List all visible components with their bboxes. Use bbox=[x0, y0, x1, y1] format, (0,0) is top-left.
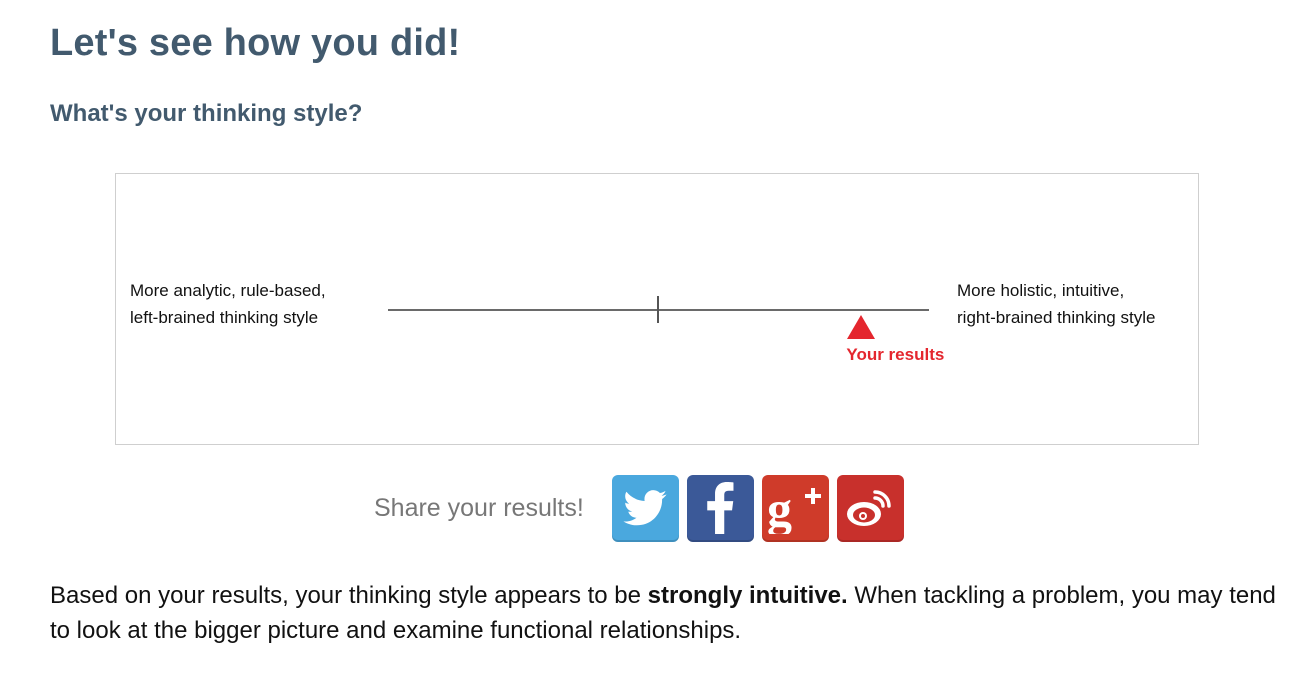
facebook-icon bbox=[705, 482, 735, 534]
page-title: Let's see how you did! bbox=[50, 22, 461, 64]
share-google-plus-button[interactable]: g bbox=[761, 474, 829, 542]
result-description-prefix: Based on your results, your thinking sty… bbox=[50, 582, 648, 609]
holistic-pole-label: More holistic, intuitive, right-brained … bbox=[957, 281, 1156, 327]
result-description-emphasis: strongly intuitive. bbox=[647, 582, 848, 609]
share-weibo-button[interactable] bbox=[836, 474, 904, 542]
result-description: Based on your results, your thinking sty… bbox=[50, 578, 1280, 648]
share-twitter-button[interactable] bbox=[611, 474, 679, 542]
result-label: Your results bbox=[846, 345, 945, 364]
scale-midpoint-tick bbox=[657, 296, 659, 323]
svg-text:g: g bbox=[767, 482, 792, 534]
weibo-icon bbox=[844, 486, 896, 530]
twitter-icon bbox=[623, 490, 667, 526]
analytic-pole-label: More analytic, rule-based, left-brained … bbox=[130, 281, 326, 327]
section-title: What's your thinking style? bbox=[50, 100, 363, 127]
share-facebook-button[interactable] bbox=[686, 474, 754, 542]
share-row: Share your results! g bbox=[374, 474, 912, 542]
result-marker-triangle bbox=[847, 315, 876, 339]
google-plus-icon: g bbox=[765, 482, 825, 534]
thinking-style-scale: More analytic, rule-based, left-brained … bbox=[115, 173, 1199, 445]
share-label: Share your results! bbox=[374, 493, 584, 522]
